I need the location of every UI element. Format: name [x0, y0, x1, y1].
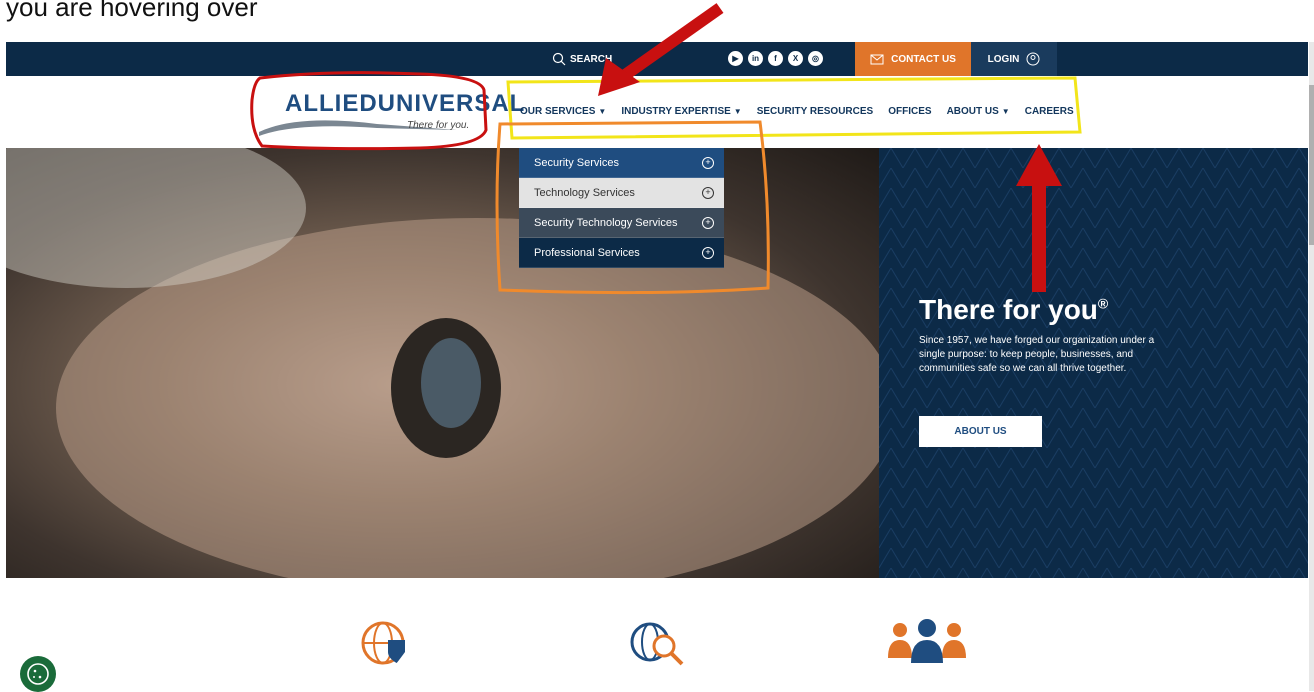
contact-us-label: CONTACT US [891, 53, 956, 65]
logo-tagline: There for you. [407, 120, 470, 131]
x-icon[interactable]: X [788, 51, 803, 66]
nav-item-about-us[interactable]: ABOUT US ▼ [947, 106, 1010, 117]
nav-item-industry-expertise[interactable]: INDUSTRY EXPERTISE ▼ [621, 106, 741, 117]
hero-image [6, 148, 879, 578]
nav-label: ABOUT US [946, 106, 999, 117]
contact-us-button[interactable]: CONTACT US [855, 42, 971, 76]
cookie-icon [27, 663, 49, 685]
plus-circle-icon[interactable]: + [702, 246, 714, 259]
nav-item-careers[interactable]: CAREERS [1025, 106, 1074, 117]
nav-label: INDUSTRY EXPERTISE [621, 106, 731, 117]
linkedin-icon[interactable]: in [748, 51, 763, 66]
cookie-settings-button[interactable] [20, 656, 56, 692]
hero-description: Since 1957, we have forged our organizat… [919, 335, 1155, 374]
registered-mark: ® [1097, 295, 1109, 312]
dropdown-item-security-technology-services[interactable]: Security Technology Services + [519, 208, 724, 238]
plus-circle-icon[interactable]: + [702, 216, 714, 229]
team-people-icon [888, 619, 966, 663]
user-icon [1026, 52, 1040, 66]
dropdown-item-label: Professional Services [534, 246, 640, 259]
nav-item-security-resources[interactable]: SECURITY RESOURCES [757, 106, 874, 117]
chevron-down-icon: ▼ [598, 107, 607, 116]
social-links: ▶ in f X ◎ [728, 51, 823, 66]
dropdown-item-professional-services[interactable]: Professional Services + [519, 238, 724, 268]
about-us-button[interactable]: ABOUT US [919, 416, 1042, 447]
plus-circle-icon[interactable]: + [702, 156, 714, 169]
services-dropdown-menu: Security Services + Technology Services + … [519, 148, 724, 268]
dropdown-item-label: Security Services [534, 156, 619, 169]
globe-search-icon [630, 622, 684, 666]
hero-title-text: There for you [919, 294, 1098, 325]
login-label: LOGIN [987, 53, 1020, 65]
nav-label: OUR SERVICES [520, 106, 596, 117]
instagram-icon[interactable]: ◎ [808, 51, 823, 66]
dropdown-item-label: Technology Services [534, 186, 635, 199]
chevron-down-icon: ▼ [733, 107, 742, 116]
hero-title: There for you® [919, 294, 1108, 326]
nav-label: OFFICES [888, 106, 932, 117]
allied-universal-logo[interactable]: ALLIEDUNIVERSAL There for you. [257, 86, 524, 141]
dropdown-item-label: Security Technology Services [534, 216, 678, 229]
annotation-caption: you are hovering over [6, 0, 258, 22]
nav-label: CAREERS [1024, 106, 1074, 117]
logo-wordmark: ALLIEDUNIVERSAL [285, 90, 526, 117]
dropdown-item-security-services[interactable]: Security Services + [519, 148, 724, 178]
chevron-down-icon: ▼ [1001, 107, 1010, 116]
search-button[interactable]: SEARCH [552, 52, 612, 66]
main-navigation: OUR SERVICES ▼ INDUSTRY EXPERTISE ▼ SECURI… [520, 106, 1074, 117]
nav-item-our-services[interactable]: OUR SERVICES ▼ [520, 106, 606, 117]
baby-face-illustration [6, 148, 879, 578]
facebook-icon[interactable]: f [768, 51, 783, 66]
plus-circle-icon[interactable]: + [702, 186, 714, 199]
dropdown-item-technology-services[interactable]: Technology Services + [519, 178, 724, 208]
hero-panel: There for you® Since 1957, we have forge… [879, 148, 1308, 578]
login-button[interactable]: LOGIN [971, 42, 1057, 76]
search-label: SEARCH [570, 53, 613, 65]
youtube-icon[interactable]: ▶ [728, 51, 743, 66]
scrollbar-thumb[interactable] [1309, 85, 1314, 245]
nav-item-offices[interactable]: OFFICES [888, 106, 931, 117]
search-icon [552, 52, 566, 66]
globe-shield-icon [361, 621, 405, 665]
envelope-icon [870, 54, 884, 65]
nav-label: SECURITY RESOURCES [756, 106, 874, 117]
top-utility-bar: SEARCH ▶ in f X ◎ CONTACT US LOGIN [6, 42, 1308, 76]
